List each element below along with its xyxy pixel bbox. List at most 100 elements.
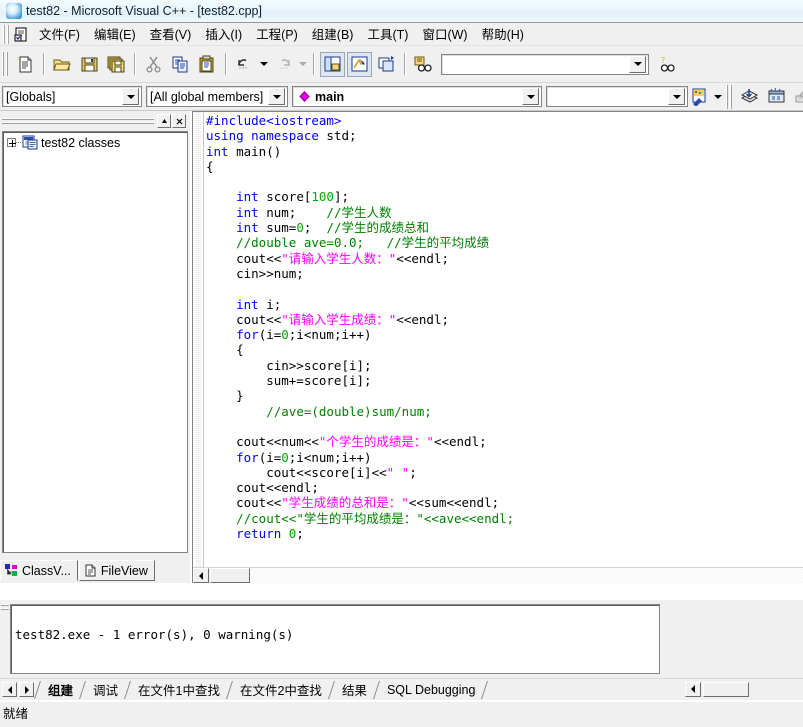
tree-connector [16, 142, 21, 143]
save-icon[interactable] [77, 52, 102, 77]
redo-icon[interactable] [271, 52, 296, 77]
code-token: ;i<num;i++) [288, 449, 372, 465]
menu-file[interactable]: 文件(F) [32, 21, 87, 47]
function-combo-dropdown-icon[interactable] [522, 88, 539, 105]
tree-item-label: test82 classes [41, 135, 121, 150]
code-line: } [206, 388, 803, 403]
code-token: ; [409, 464, 417, 480]
scroll-left-button[interactable] [193, 568, 209, 583]
output-text[interactable]: test82.exe - 1 error(s), 0 warning(s) [10, 604, 660, 674]
output-tab-find-in-files-2[interactable]: 在文件2中查找 [229, 680, 331, 700]
editor-horizontal-scrollbar[interactable] [193, 567, 803, 584]
output-horizontal-scrollbar[interactable] [663, 678, 803, 700]
scroll-thumb[interactable] [210, 568, 250, 583]
output-tab-build[interactable]: 组建 [37, 680, 82, 700]
code-text-area[interactable]: #include<iostream> using namespace std; in… [206, 113, 803, 566]
wizardbar-action-icon[interactable] [689, 84, 711, 109]
output-tab-results[interactable]: 结果 [331, 680, 376, 700]
menu-edit[interactable]: 编辑(E) [87, 21, 143, 47]
code-line: cout<<"学生成绩的总和是："<<sum<<endl; [206, 495, 803, 510]
output-tab-debug[interactable]: 调试 [82, 680, 127, 700]
workspace-panel: test82 classes ClassV... FileView [0, 111, 190, 583]
members-combo-value[interactable]: [All global members] [147, 90, 268, 104]
output-tab-sql-debugging[interactable]: SQL Debugging [376, 680, 485, 700]
function-combo-value[interactable]: main [311, 90, 522, 104]
tab-classview[interactable]: ClassV... [0, 560, 78, 581]
undo-icon[interactable] [232, 52, 257, 77]
find-in-files-icon[interactable] [411, 52, 436, 77]
stop-build-icon[interactable] [791, 84, 803, 109]
output-scroll-left-button[interactable] [685, 681, 701, 697]
find-combo-dropdown-icon[interactable] [629, 55, 646, 73]
members-combo[interactable]: [All global members] [146, 86, 288, 107]
output-tab-find-in-files-1[interactable]: 在文件1中查找 [127, 680, 229, 700]
copy-icon[interactable] [168, 52, 193, 77]
menu-window[interactable]: 窗口(W) [415, 21, 474, 47]
workspace-window-icon[interactable] [320, 51, 345, 77]
code-token: cout<<num<< [206, 434, 319, 450]
minimize-icon[interactable] [157, 114, 171, 128]
close-icon[interactable] [172, 114, 186, 128]
code-token: 0 [281, 449, 289, 465]
action-combo[interactable] [546, 86, 688, 107]
open-folder-icon[interactable] [50, 52, 75, 77]
code-token: <<endl; [433, 434, 487, 450]
save-all-icon[interactable] [104, 52, 129, 77]
tab-fileview[interactable]: FileView [78, 560, 155, 581]
find-icon[interactable]: ? [655, 52, 680, 77]
system-menu-icon[interactable] [11, 22, 31, 47]
menu-tools[interactable]: 工具(T) [360, 21, 415, 47]
class-combo[interactable]: [Globals] [2, 86, 142, 107]
output-window-icon[interactable] [347, 51, 372, 77]
menu-gripper[interactable] [1, 24, 10, 44]
class-combo-value[interactable]: [Globals] [3, 90, 122, 104]
editor-selection-margin[interactable] [193, 112, 204, 568]
action-combo-dropdown-icon[interactable] [668, 88, 685, 105]
code-token: (i= [258, 327, 282, 343]
menu-view[interactable]: 查看(V) [143, 21, 199, 47]
compile-icon[interactable] [737, 84, 762, 109]
new-document-icon[interactable] [13, 52, 38, 77]
window-list-icon[interactable] [374, 52, 399, 77]
menu-project[interactable]: 工程(P) [249, 21, 305, 47]
menu-insert[interactable]: 插入(I) [198, 21, 249, 47]
classview-tree[interactable]: test82 classes [2, 131, 188, 553]
class-combo-dropdown-icon[interactable] [122, 88, 139, 105]
undo-dropdown-arrow[interactable] [258, 52, 270, 77]
toolbar-gripper[interactable] [2, 52, 10, 76]
editor-window: #include<iostream> using namespace std; in… [192, 111, 803, 584]
redo-dropdown-arrow[interactable] [297, 52, 309, 77]
find-combo[interactable] [441, 53, 649, 75]
code-line: int sum=0; //学生的成绩总和 [206, 220, 803, 235]
build-icon[interactable] [764, 84, 789, 109]
wizardbar-gripper[interactable] [726, 84, 734, 109]
code-line: sum+=score[i]; [206, 373, 803, 388]
status-message: 就绪 [3, 707, 29, 721]
code-line: cout<<"请输入学生人数："<<endl; [206, 251, 803, 266]
scroll-track[interactable] [250, 567, 803, 584]
output-tabs-scroll-left-button[interactable] [2, 682, 17, 697]
expand-plus-icon[interactable] [7, 138, 16, 147]
code-token: { [206, 342, 244, 358]
code-token: <<endl; [396, 250, 450, 266]
cut-icon[interactable] [141, 52, 166, 77]
code-token: cout<<endl; [206, 480, 319, 496]
wizardbar-action-dropdown-arrow[interactable] [712, 84, 724, 109]
code-line: cout<<"请输入学生成绩："<<endl; [206, 312, 803, 327]
code-token: cout<< [206, 250, 282, 266]
menu-build[interactable]: 组建(B) [305, 21, 361, 47]
menu-help[interactable]: 帮助(H) [475, 21, 531, 47]
function-combo[interactable]: main [292, 86, 542, 107]
output-panel-gripper[interactable] [1, 603, 9, 673]
paste-icon[interactable] [195, 52, 220, 77]
code-token: " " [386, 464, 410, 480]
output-scroll-thumb[interactable] [703, 681, 749, 697]
tab-classview-label: ClassV... [22, 563, 71, 578]
tree-item-test82-classes[interactable]: test82 classes [3, 132, 187, 150]
output-tabs-scroll-right-button[interactable] [19, 682, 34, 697]
members-combo-dropdown-icon[interactable] [268, 88, 285, 105]
